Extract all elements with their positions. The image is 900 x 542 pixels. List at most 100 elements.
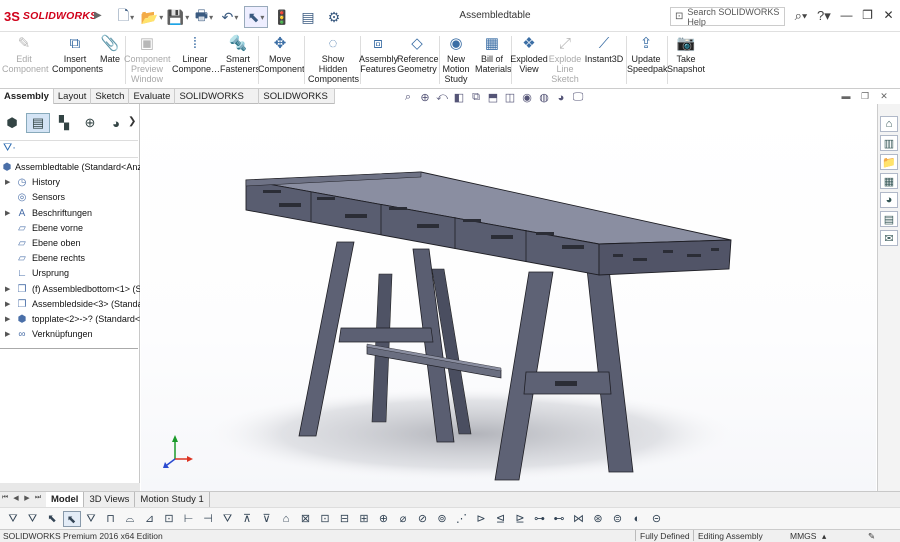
configuration-manager-tab-icon[interactable]: ▚ [52,113,76,133]
selection-filter-icon[interactable]: ⊽ [258,511,276,527]
selection-filter-icon[interactable]: ⊛ [589,511,607,527]
bottom-tab-motion-study-1[interactable]: Motion Study 1 [135,492,210,507]
selection-filter-icon[interactable]: ⊷ [550,511,568,527]
display-manager-tab-icon[interactable]: ◕ [104,113,128,133]
ribbon-motion-study-button[interactable]: ◉ New Motion Study [440,34,472,88]
table-3d-model[interactable] [141,104,876,491]
solidworks-forum-icon[interactable]: ✉ [880,230,898,246]
search-magnifier-icon[interactable]: ⌕▾ [788,6,814,26]
selection-filter-icon[interactable]: ⛛ [24,511,42,527]
close-icon[interactable]: ✕ [878,4,899,26]
ribbon-assembly-features-button[interactable]: ⧈ Assembly Features [359,34,398,88]
restore-icon[interactable]: ❐ [857,4,878,26]
tab-evaluate[interactable]: Evaluate [129,89,176,104]
rebuild-status-icon[interactable]: ✎ [868,530,875,542]
viewport-restore-icon[interactable]: ❐ [857,91,873,103]
tree-item[interactable]: ▱ Ebene rechts [0,251,140,266]
print-icon[interactable]: 🖶 [192,6,216,28]
selection-filter-icon[interactable]: ⊡ [316,511,334,527]
help-icon[interactable]: ?▾ [817,8,831,24]
rebuild-icon[interactable]: 🚦 [270,6,294,28]
selection-filter-icon[interactable]: ⊳ [472,511,490,527]
selection-filter-icon[interactable]: ⛛ [82,511,100,527]
ribbon-instant3d-button[interactable]: ⟋ Instant3D [584,34,624,88]
expand-arrow-icon[interactable]: ▶ [5,297,10,312]
dimxpert-manager-tab-icon[interactable]: ⊕ [78,113,102,133]
tree-root-assembly[interactable]: ⬢ Assembledtable (Standard<Anz [0,160,140,175]
options-icon[interactable]: ⚙ [322,6,346,28]
expand-arrow-icon[interactable]: ▶ [5,282,10,297]
selection-filter-icon[interactable]: ⊟ [336,511,354,527]
ribbon-edit-component-button[interactable]: ✎ Edit Component [2,34,49,88]
ribbon-component-preview-button[interactable]: ▣ Component Preview Window [124,34,171,88]
panel-horizontal-scrollbar[interactable] [0,483,140,491]
ribbon-move-component-button[interactable]: ✥ Move Component [258,34,305,88]
view-palette-icon[interactable]: ▦ [880,173,898,189]
ribbon-smart-fasteners-button[interactable]: 🔩 Smart Fasteners [220,34,260,88]
selection-filter-icon[interactable]: ⬉ [62,511,81,527]
selection-filter-icon[interactable]: ⊵ [511,511,529,527]
tree-item[interactable]: ▱ Ebene oben [0,236,140,251]
next-tab-icon[interactable]: ▶ [22,494,32,505]
graphics-area[interactable] [141,104,876,491]
ribbon-bom-button[interactable]: ▦ Bill of Materials [475,34,512,88]
viewport-minimize-icon[interactable]: ▬ [838,91,854,103]
first-tab-icon[interactable]: ⏮ [0,494,10,505]
selection-filter-icon[interactable]: ⊓ [102,511,120,527]
appearances-icon[interactable]: ◕ [880,192,898,208]
bottom-tab-model[interactable]: Model [46,492,85,507]
viewport-close-icon[interactable]: ✕ [876,91,892,103]
solidworks-resources-icon[interactable]: ⌂ [880,116,898,132]
expand-arrow-icon[interactable]: ▶ [5,312,10,327]
ribbon-reference-geometry-button[interactable]: ◇ Reference Geometry [397,34,439,88]
help-search-input[interactable]: ⊡ Search SOLIDWORKS Help [670,7,785,27]
tree-item[interactable]: ▶ A Beschriftungen [0,206,140,221]
tree-item[interactable]: ▱ Ebene vorne [0,221,140,236]
selection-filter-icon[interactable]: ⊼ [238,511,256,527]
selection-filter-icon[interactable]: ⌓ [121,511,139,527]
selection-filter-icon[interactable]: ⊴ [492,511,510,527]
selection-filter-icon[interactable]: ⌂ [277,511,295,527]
expand-arrow-icon[interactable]: ▶ [5,206,10,221]
ribbon-mate-button[interactable]: 📎 Mate [97,34,123,88]
minimize-icon[interactable]: — [836,4,857,26]
selection-filter-icon[interactable]: ⊕ [375,511,393,527]
selection-filter-icon[interactable]: ⊢ [180,511,198,527]
selection-filter-icon[interactable]: ⊣ [199,511,217,527]
tab-sketch[interactable]: Sketch [91,89,130,104]
filter-icon[interactable]: ⛛· [3,142,16,155]
selection-filter-icon[interactable]: ⛛ [219,511,237,527]
custom-properties-icon[interactable]: ▤ [880,211,898,227]
ribbon-linear-pattern-button[interactable]: ⁞ Linear Compone… [172,34,220,88]
tree-item[interactable]: ▶ ∞ Verknüpfungen [0,327,140,342]
solidworks-logo[interactable]: 3S SOLIDWORKS [4,4,97,28]
tree-item[interactable]: ▶ ❐ (f) Assembledbottom<1> (S [0,282,140,297]
selection-filter-icon[interactable]: ⊿ [141,511,159,527]
ribbon-speedpak-button[interactable]: ⇪ Update Speedpak [627,34,668,88]
ribbon-exploded-view-button[interactable]: ❖ Exploded View [510,34,548,88]
tree-filter[interactable]: ⛛· [0,140,138,158]
selection-filter-icon[interactable]: ⊞ [355,511,373,527]
tree-item[interactable]: ∟ Ursprung [0,266,140,281]
open-icon[interactable]: 📂 [140,6,164,28]
tab-solidworks-mbd[interactable]: SOLIDWORKS MBD [259,89,335,117]
selection-filter-icon[interactable]: ⊝ [648,511,666,527]
bottom-tab-3d-views[interactable]: 3D Views [84,492,136,507]
ribbon-show-hidden-button[interactable]: ◌ Show Hidden Components [308,34,359,88]
ribbon-explode-line-button[interactable]: ⤢ Explode Line Sketch [548,34,582,88]
selection-filter-icon[interactable]: ⊜ [609,511,627,527]
status-units[interactable]: MMGS [790,530,816,542]
last-tab-icon[interactable]: ⏭ [33,494,43,505]
undo-icon[interactable]: ↶ [218,6,242,28]
property-manager-tab-icon[interactable]: ▤ [26,113,50,133]
selection-filter-icon[interactable]: ⊶ [531,511,549,527]
selection-filter-icon[interactable]: ⋈ [570,511,588,527]
units-dropdown-icon[interactable]: ▴ [822,530,826,542]
selection-filter-icon[interactable]: ⊘ [414,511,432,527]
new-document-icon[interactable]: 🗋 [114,6,138,28]
tree-item[interactable]: ▶ ⬢ topplate<2>->? (Standard< [0,312,140,327]
tab-solidworks-add-ins[interactable]: SOLIDWORKS Add-Ins [175,89,260,117]
selection-filter-icon[interactable]: ⊡ [160,511,178,527]
tree-item[interactable]: ▶ ◷ History [0,175,140,190]
panel-more-arrow-icon[interactable]: ❯ [128,116,136,127]
